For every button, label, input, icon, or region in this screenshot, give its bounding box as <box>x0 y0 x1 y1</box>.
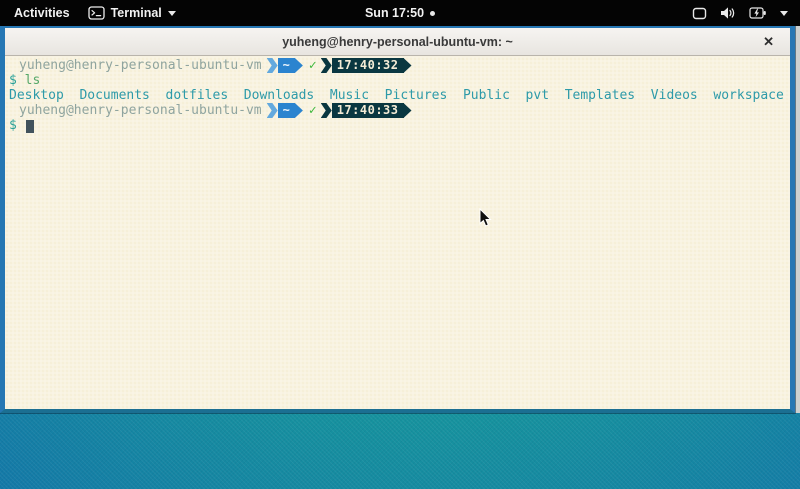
powerline-chevron <box>267 58 278 73</box>
close-button[interactable]: ✕ <box>763 28 774 55</box>
prompt-line: yuheng@henry-personal-ubuntu-vm ~ ✓ 17:4… <box>9 58 790 73</box>
terminal-screen[interactable]: yuheng@henry-personal-ubuntu-vm ~ ✓ 17:4… <box>5 57 790 409</box>
prompt-cwd: ~ <box>278 58 295 73</box>
volume-icon <box>720 6 736 20</box>
window-title: yuheng@henry-personal-ubuntu-vm: ~ <box>282 35 513 49</box>
command-text: ls <box>25 73 41 88</box>
prompt-user: yuheng@henry-personal-ubuntu-vm <box>19 103 262 118</box>
top-bar: Activities Terminal Sun 17:50 <box>0 0 800 26</box>
notification-dot <box>430 11 435 16</box>
terminal-icon <box>88 6 105 20</box>
chevron-down-icon <box>780 11 788 16</box>
clock-label: Sun 17:50 <box>365 6 424 20</box>
powerline-arrow <box>404 103 412 118</box>
battery-charging-icon <box>749 7 767 19</box>
text-cursor <box>26 120 34 133</box>
powerline-arrow <box>404 58 412 73</box>
top-bar-left: Activities Terminal <box>0 4 176 22</box>
terminal-window: yuheng@henry-personal-ubuntu-vm: ~ ✕ yuh… <box>0 26 795 413</box>
window-shadow-strip <box>795 26 800 413</box>
mouse-pointer-icon <box>479 208 492 233</box>
powerline-chevron <box>321 58 332 73</box>
prompt-time: 17:40:33 <box>332 103 404 118</box>
display-icon <box>692 7 707 20</box>
powerline-chevron <box>321 103 332 118</box>
prompt-line: yuheng@henry-personal-ubuntu-vm ~ ✓ 17:4… <box>9 103 790 118</box>
prompt-symbol: $ <box>9 73 17 88</box>
clock-button[interactable]: Sun 17:50 <box>365 6 435 20</box>
app-menu-terminal[interactable]: Terminal <box>88 6 176 20</box>
app-menu-label: Terminal <box>111 6 162 20</box>
ls-output-line: Desktop Documents dotfiles Downloads Mus… <box>9 88 790 103</box>
command-line: $ ls <box>9 73 790 88</box>
activities-button[interactable]: Activities <box>10 4 74 22</box>
input-line: $ <box>9 118 790 133</box>
chevron-down-icon <box>168 11 176 16</box>
check-icon: ✓ <box>303 58 321 73</box>
prompt-cwd: ~ <box>278 103 295 118</box>
prompt-symbol: $ <box>9 118 17 133</box>
powerline-arrow <box>295 58 303 73</box>
powerline-chevron <box>267 103 278 118</box>
powerline-arrow <box>295 103 303 118</box>
check-icon: ✓ <box>303 103 321 118</box>
window-titlebar[interactable]: yuheng@henry-personal-ubuntu-vm: ~ ✕ <box>5 28 790 56</box>
prompt-user: yuheng@henry-personal-ubuntu-vm <box>19 58 262 73</box>
system-status-area[interactable] <box>692 0 800 26</box>
prompt-time: 17:40:32 <box>332 58 404 73</box>
